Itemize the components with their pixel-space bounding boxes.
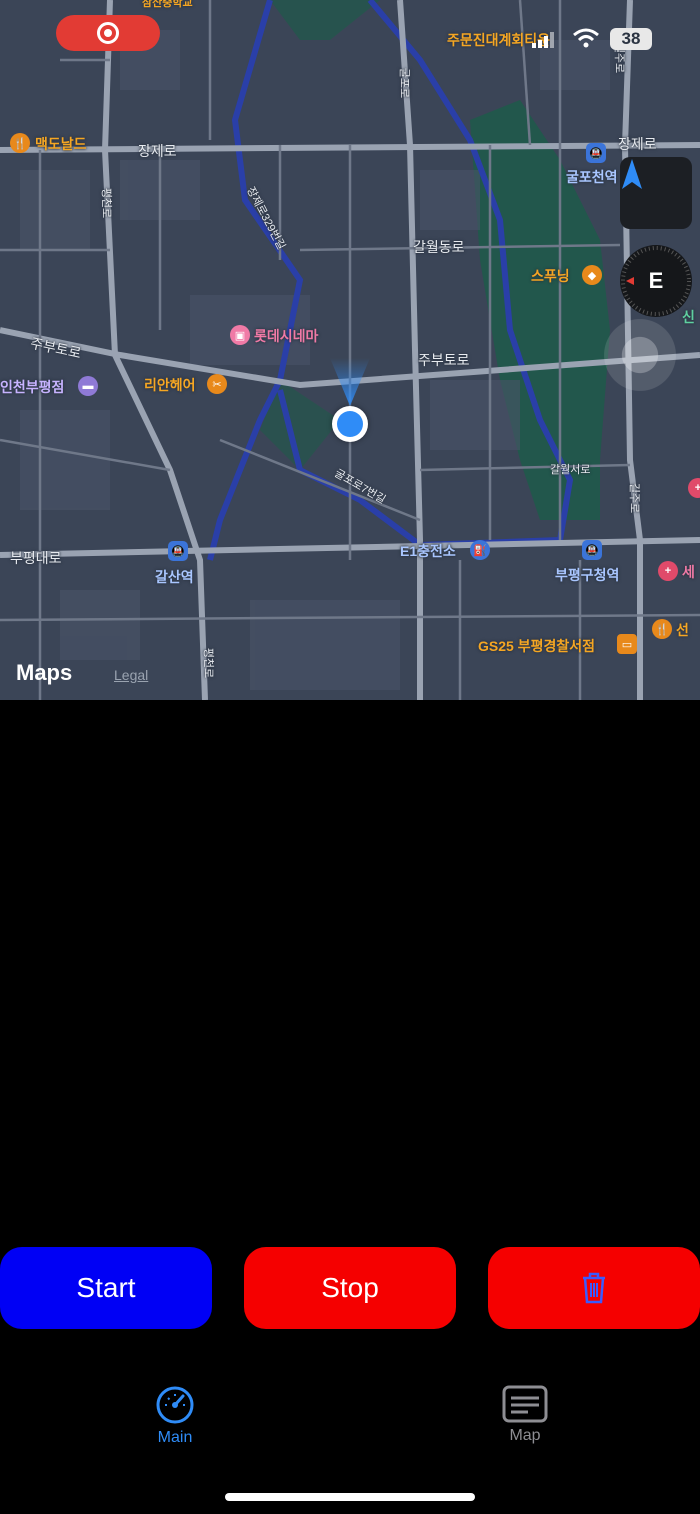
compass-ring-icon (621, 246, 691, 316)
delete-button[interactable] (488, 1247, 700, 1329)
map-label-gulpo-road: 굴포로 (398, 67, 411, 99)
map-label-bupyeong-daero: 부평대로 (10, 550, 62, 566)
fuel-icon[interactable]: ⛽ (470, 540, 490, 560)
map-canvas (0, 0, 700, 700)
legal-link[interactable]: Legal (114, 667, 148, 683)
start-button[interactable]: Start (0, 1247, 212, 1329)
home-indicator[interactable] (225, 1493, 475, 1501)
map-label-bupyeong-ro-2: 평천로 (202, 647, 215, 679)
tracking-mode-button[interactable] (620, 157, 692, 229)
cinema-icon[interactable]: ▣ (230, 325, 250, 345)
map-label-galwol-dong: 갈월동로 (413, 239, 465, 255)
map-label-spring[interactable]: 스푸닝 (531, 266, 570, 286)
battery-level: 38 (621, 29, 641, 48)
map-label-mcdonalds[interactable]: 맥도날드 (35, 134, 87, 154)
map-label-gilju: 길주로 (628, 482, 641, 514)
subway-icon[interactable]: 🚇 (582, 540, 602, 560)
subway-icon[interactable]: 🚇 (168, 541, 188, 561)
record-icon (97, 22, 119, 44)
tab-map[interactable]: Map (465, 1385, 585, 1445)
screen-recording-pill[interactable] (56, 15, 160, 51)
stop-button[interactable]: Stop (244, 1247, 456, 1329)
user-location-dot[interactable] (332, 406, 368, 442)
signal-icon (532, 32, 554, 48)
map-label-bupyeong-ro: 평천로 (100, 187, 113, 219)
map-list-icon (502, 1385, 548, 1423)
map-label-rian-heoeo[interactable]: 리안헤어 (144, 375, 196, 395)
map-label-incheon-bupyeong[interactable]: 인천부평점 (0, 377, 64, 397)
map-label-se: 세 (682, 564, 695, 580)
map-label-galwol-seo: 갈월서로 (550, 464, 591, 476)
map-label-jangje-left: 장제로 (138, 143, 177, 159)
tab-main-label: Main (157, 1429, 193, 1446)
restaurant-icon[interactable]: 🍴 (10, 133, 30, 153)
map-label-seon: 선 (676, 622, 689, 638)
map-label-bupyeong-gu-station[interactable]: 부평구청역 (555, 565, 619, 585)
hospital-icon[interactable]: + (658, 561, 678, 581)
store-icon[interactable]: ▭ (617, 634, 637, 654)
battery-icon: 38 (610, 28, 652, 50)
location-arrow-icon (622, 159, 642, 189)
map-label-gulpo-station[interactable]: 굴포천역 (566, 167, 618, 187)
bakery-icon[interactable]: ◆ (582, 265, 602, 285)
tab-main[interactable]: Main (115, 1385, 235, 1447)
restaurant-icon[interactable]: 🍴 (652, 619, 672, 639)
tab-map-label: Map (509, 1427, 541, 1444)
map-label-jangje-right: 장제로 (618, 136, 657, 152)
maps-logo-text: Maps (16, 660, 73, 685)
map-label-jubu-right: 주부토로 (418, 352, 470, 368)
map-label-gs25[interactable]: GS25 부평경찰서점 (478, 636, 595, 656)
store-icon[interactable]: ▬ (78, 376, 98, 396)
salon-icon[interactable]: ✂ (207, 374, 227, 394)
maps-logo: Maps (16, 660, 72, 686)
zoom-puck[interactable] (598, 313, 682, 397)
subway-icon[interactable]: 🚇 (586, 143, 606, 163)
map-view[interactable]: 삼산중학교 주문진대계회티운 🍴 맥도날드 장제로 장제로 🚇 굴포천역 갈월동… (0, 0, 700, 700)
map-label-e1-station[interactable]: E1충전소 (400, 541, 456, 561)
map-label-galsan-station[interactable]: 갈산역 (155, 567, 194, 587)
status-bar: 38 (0, 0, 700, 70)
compass-button[interactable]: E (620, 245, 692, 317)
trash-icon (583, 1272, 605, 1304)
wifi-icon (573, 28, 599, 48)
tab-bar: Main Map (0, 1385, 700, 1465)
map-label-lotte-cinema[interactable]: 롯데시네마 (254, 326, 318, 346)
speedometer-icon (156, 1386, 194, 1424)
